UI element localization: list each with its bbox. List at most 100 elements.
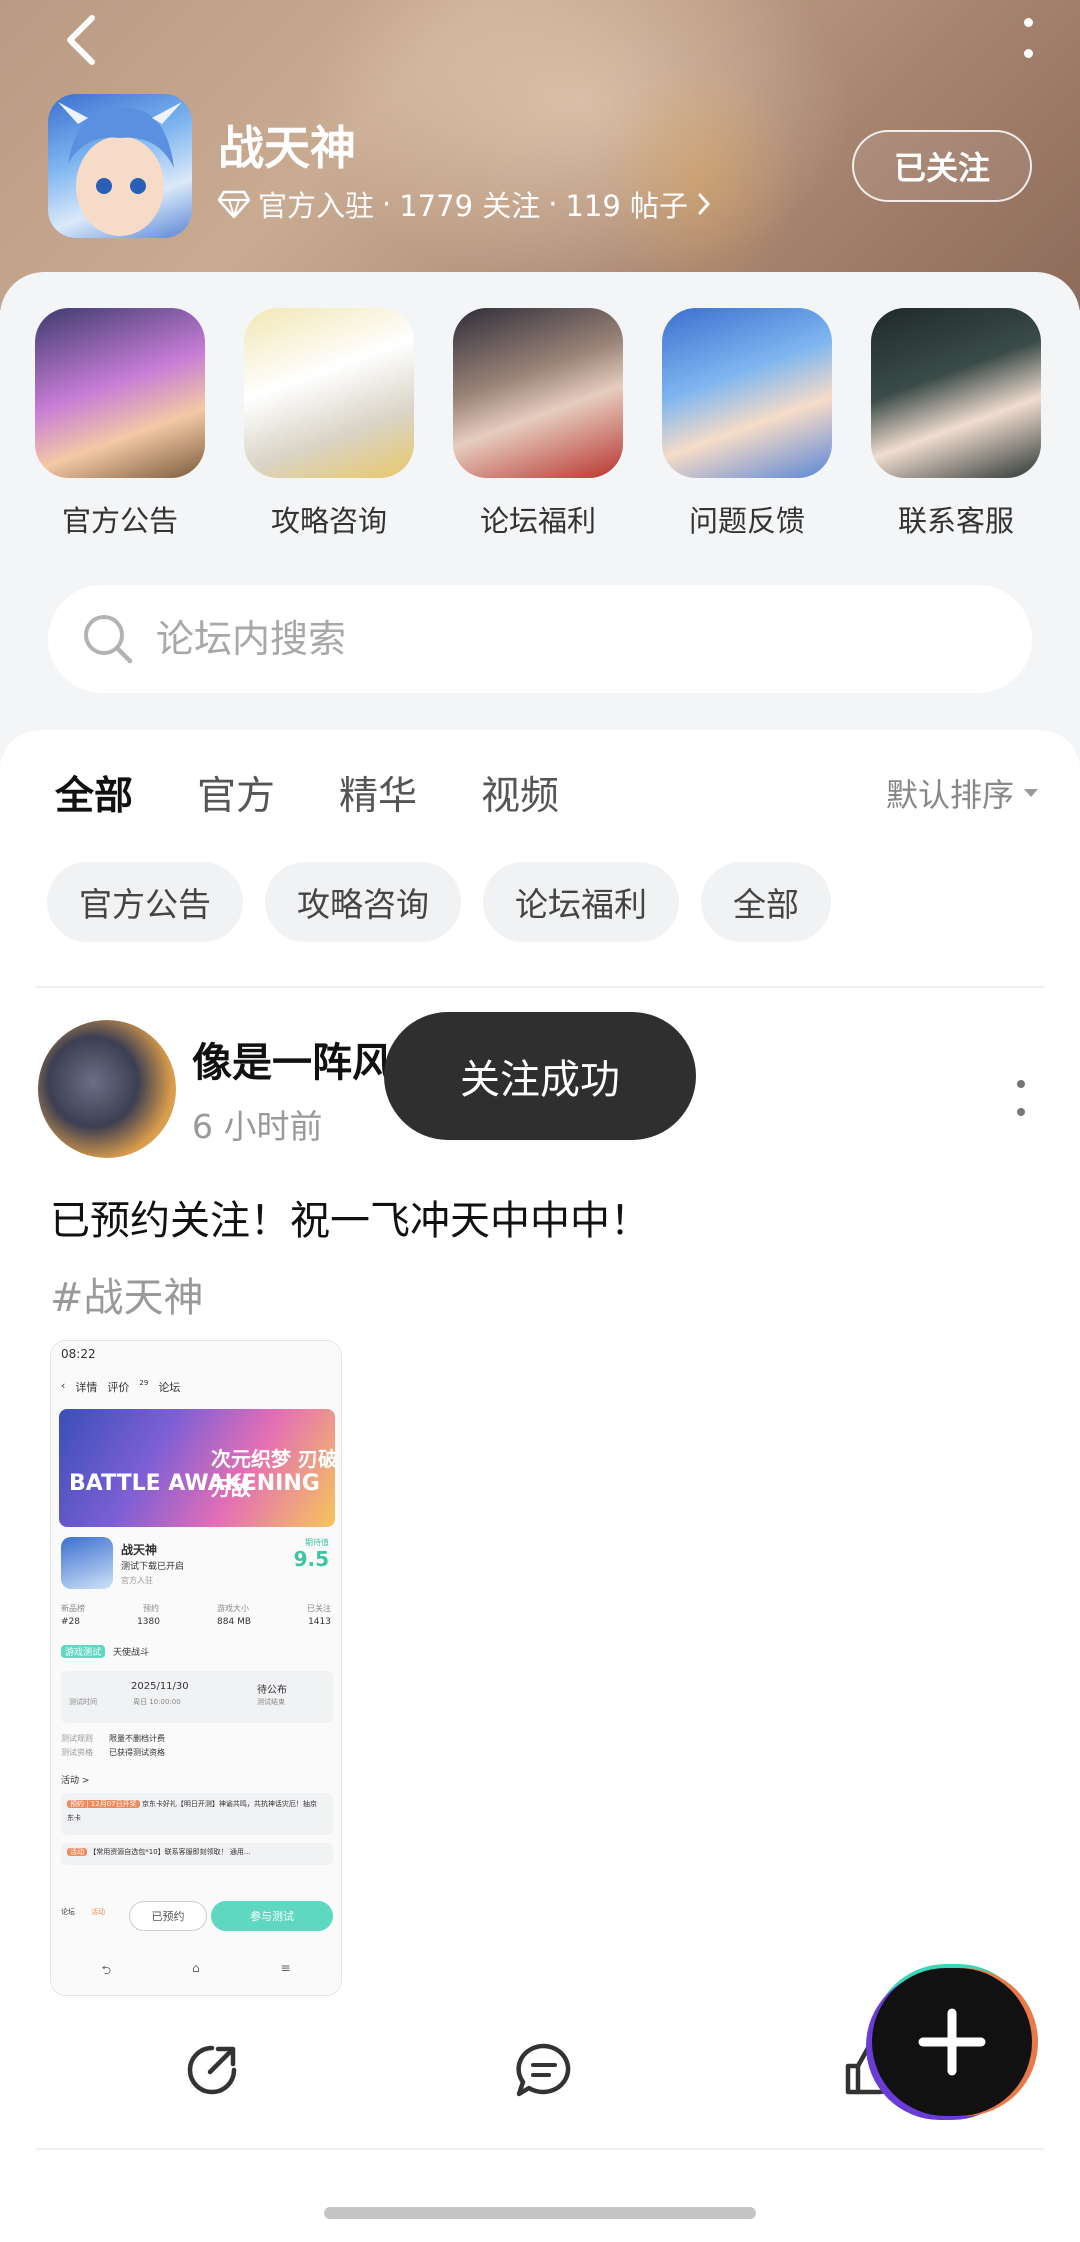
thumb-tab-forum: 论坛	[158, 1381, 181, 1394]
thumb-tabs: ‹ 详情 评价 29 论坛	[61, 1379, 331, 1395]
shortcut-thumb	[662, 308, 832, 478]
share-icon	[187, 2045, 237, 2095]
follow-button[interactable]: 已关注	[852, 130, 1032, 202]
thumb-banner-right: 次元织梦 刃破万敌	[211, 1447, 338, 1500]
thumb-bottom-forum: 论坛	[61, 1908, 75, 1916]
thumb-qual-row: 测试资格 已获得测试资格	[61, 1747, 331, 1758]
tab-featured[interactable]: 精华	[339, 765, 417, 821]
shortcut-label: 官方公告	[61, 504, 178, 538]
banner-art-accent	[600, 60, 800, 300]
chip-all[interactable]: 全部	[701, 862, 831, 942]
tab-official[interactable]: 官方	[197, 765, 275, 821]
thumb-tab-review: 评价	[107, 1381, 130, 1394]
thumb-stat-value: 1380	[137, 1617, 160, 1627]
shortcut-thumb	[453, 308, 623, 478]
shortcut-thumb	[35, 308, 205, 478]
avatar[interactable]	[38, 1020, 176, 1158]
thumb-stat-value: 1413	[308, 1617, 331, 1627]
dot-icon	[1017, 1080, 1025, 1088]
thumb-nav-menu-icon: ≡	[280, 1961, 291, 1975]
chip-welfare[interactable]: 论坛福利	[483, 862, 679, 942]
thumb-activity-2-text: 【常用资源自选包*10】联系客服即刻领取！ 通用...	[89, 1848, 251, 1856]
post-tag[interactable]: #战天神	[50, 1265, 204, 1323]
thumb-nav-back-icon: ⮌	[101, 1963, 112, 1977]
character-portrait-icon	[58, 102, 182, 236]
filter-chips: 官方公告 攻略咨询 论坛福利 全部	[47, 862, 831, 942]
more-options-button[interactable]	[1016, 18, 1040, 58]
posts-count: 119 帖子	[565, 189, 689, 223]
thumb-qual-label: 测试资格	[61, 1748, 93, 1757]
thumb-rule-label: 测试规则	[61, 1734, 93, 1743]
create-post-button[interactable]	[872, 1968, 1032, 2116]
tab-video[interactable]: 视频	[481, 765, 559, 821]
divider	[36, 986, 1044, 988]
dot-icon	[1023, 18, 1033, 27]
tab-all[interactable]: 全部	[55, 765, 134, 821]
search-bar[interactable]	[48, 585, 1032, 693]
thumb-test-end: 待公布	[257, 1685, 287, 1696]
thumb-test-end-sub: 测试结束	[257, 1698, 285, 1706]
dot-icon	[1017, 1108, 1025, 1116]
thumb-join-test-button: 参与测试	[211, 1901, 333, 1931]
shortcut-label: 论坛福利	[479, 504, 596, 538]
thumb-rule-row: 测试规则 限量不删档计费	[61, 1733, 331, 1744]
thumb-nav-home-icon: ⌂	[191, 1961, 200, 1975]
thumb-stat-label: 已关注	[307, 1604, 331, 1613]
thumb-reserved-button: 已预约	[129, 1901, 207, 1931]
thumb-stats-values: #28 1380 884 MB 1413	[61, 1617, 331, 1627]
shortcut-label: 问题反馈	[688, 504, 805, 538]
post-time: 6 小时前	[192, 1107, 323, 1146]
verified-label: 官方入驻	[258, 189, 375, 223]
thumb-stat-value: 884 MB	[217, 1617, 252, 1627]
share-button[interactable]	[172, 2030, 252, 2110]
thumb-test-badge: 游戏测试	[61, 1645, 106, 1658]
thumb-rule-value: 限量不删档计费	[109, 1734, 165, 1743]
post-text[interactable]: 已预约关注！祝一飞冲天中中中！	[50, 1188, 650, 1246]
thumb-activity-2: 活动 【常用资源自选包*10】联系客服即刻领取！ 通用...	[67, 1847, 323, 1857]
thumb-back-icon: ‹	[61, 1379, 66, 1392]
plus-icon	[918, 2008, 986, 2076]
thumb-test-name: 天使战斗	[113, 1648, 150, 1658]
sort-dropdown[interactable]: 默认排序	[886, 770, 1040, 816]
followers-count: 1779 关注	[399, 189, 541, 223]
search-icon	[84, 615, 133, 664]
thumb-stat-label: 游戏大小	[217, 1604, 249, 1613]
divider	[36, 2148, 1044, 2150]
thumb-stat-value: #28	[61, 1617, 80, 1627]
chevron-right-icon	[698, 193, 711, 215]
chip-official-notice[interactable]: 官方公告	[47, 862, 243, 942]
thumb-game-verified: 官方入驻	[121, 1576, 153, 1585]
thumb-test-card: 测试时间 2025/11/30 周日 10:00:00 待公布 测试结束	[61, 1671, 333, 1723]
thumb-activity-card-2: 活动 【常用资源自选包*10】联系客服即刻领取！ 通用...	[61, 1843, 333, 1865]
post-image[interactable]: 08:22 ‹ 详情 评价 29 论坛 BATTLE AWAKENING 次元织…	[50, 1340, 342, 1996]
thumb-qual-value: 已获得测试资格	[109, 1748, 165, 1757]
thumb-tab-detail: 详情	[75, 1381, 98, 1394]
shortcut-welfare[interactable]: 论坛福利	[453, 308, 623, 540]
chevron-left-icon	[67, 15, 95, 65]
back-button[interactable]	[52, 10, 112, 70]
thumb-nav-bar: ⮌ ⌂ ≡	[61, 1961, 331, 1982]
shortcut-thumb	[244, 308, 414, 478]
forum-meta[interactable]: 官方入驻 · 1779 关注 · 119 帖子	[218, 183, 712, 225]
shortcut-feedback[interactable]: 问题反馈	[662, 308, 832, 540]
home-indicator[interactable]	[324, 2207, 756, 2219]
thumb-activity-card-1: 预约 | 12月07日开奖 京东卡好礼【明日开测】神谕共鸣，共抗神话灾厄！抽京东…	[61, 1793, 333, 1835]
caret-down-icon	[1024, 789, 1038, 797]
shortcut-customer-service[interactable]: 联系客服	[871, 308, 1041, 540]
post-author[interactable]: 像是一阵风	[192, 1030, 392, 1088]
shortcut-label: 联系客服	[897, 504, 1014, 538]
banner-art	[260, 0, 900, 310]
shortcut-official-notice[interactable]: 官方公告	[35, 308, 205, 540]
search-input[interactable]	[156, 617, 956, 661]
thumb-activity-2-badge: 活动	[67, 1848, 87, 1856]
chip-strategy[interactable]: 攻略咨询	[265, 862, 461, 942]
comment-button[interactable]	[504, 2030, 584, 2110]
thumb-game-icon	[61, 1537, 113, 1589]
thumb-stats-labels: 新品榜 预约 游戏大小 已关注	[61, 1603, 331, 1614]
post-more-button[interactable]	[1014, 1080, 1028, 1116]
thumb-test-row: 游戏测试 天使战斗	[61, 1645, 331, 1658]
forum-avatar	[48, 94, 192, 238]
shortcut-strategy[interactable]: 攻略咨询	[244, 308, 414, 540]
thumb-activity-1-badge: 预约 | 12月07日开奖	[67, 1800, 140, 1808]
forum-title: 战天神	[218, 121, 356, 175]
